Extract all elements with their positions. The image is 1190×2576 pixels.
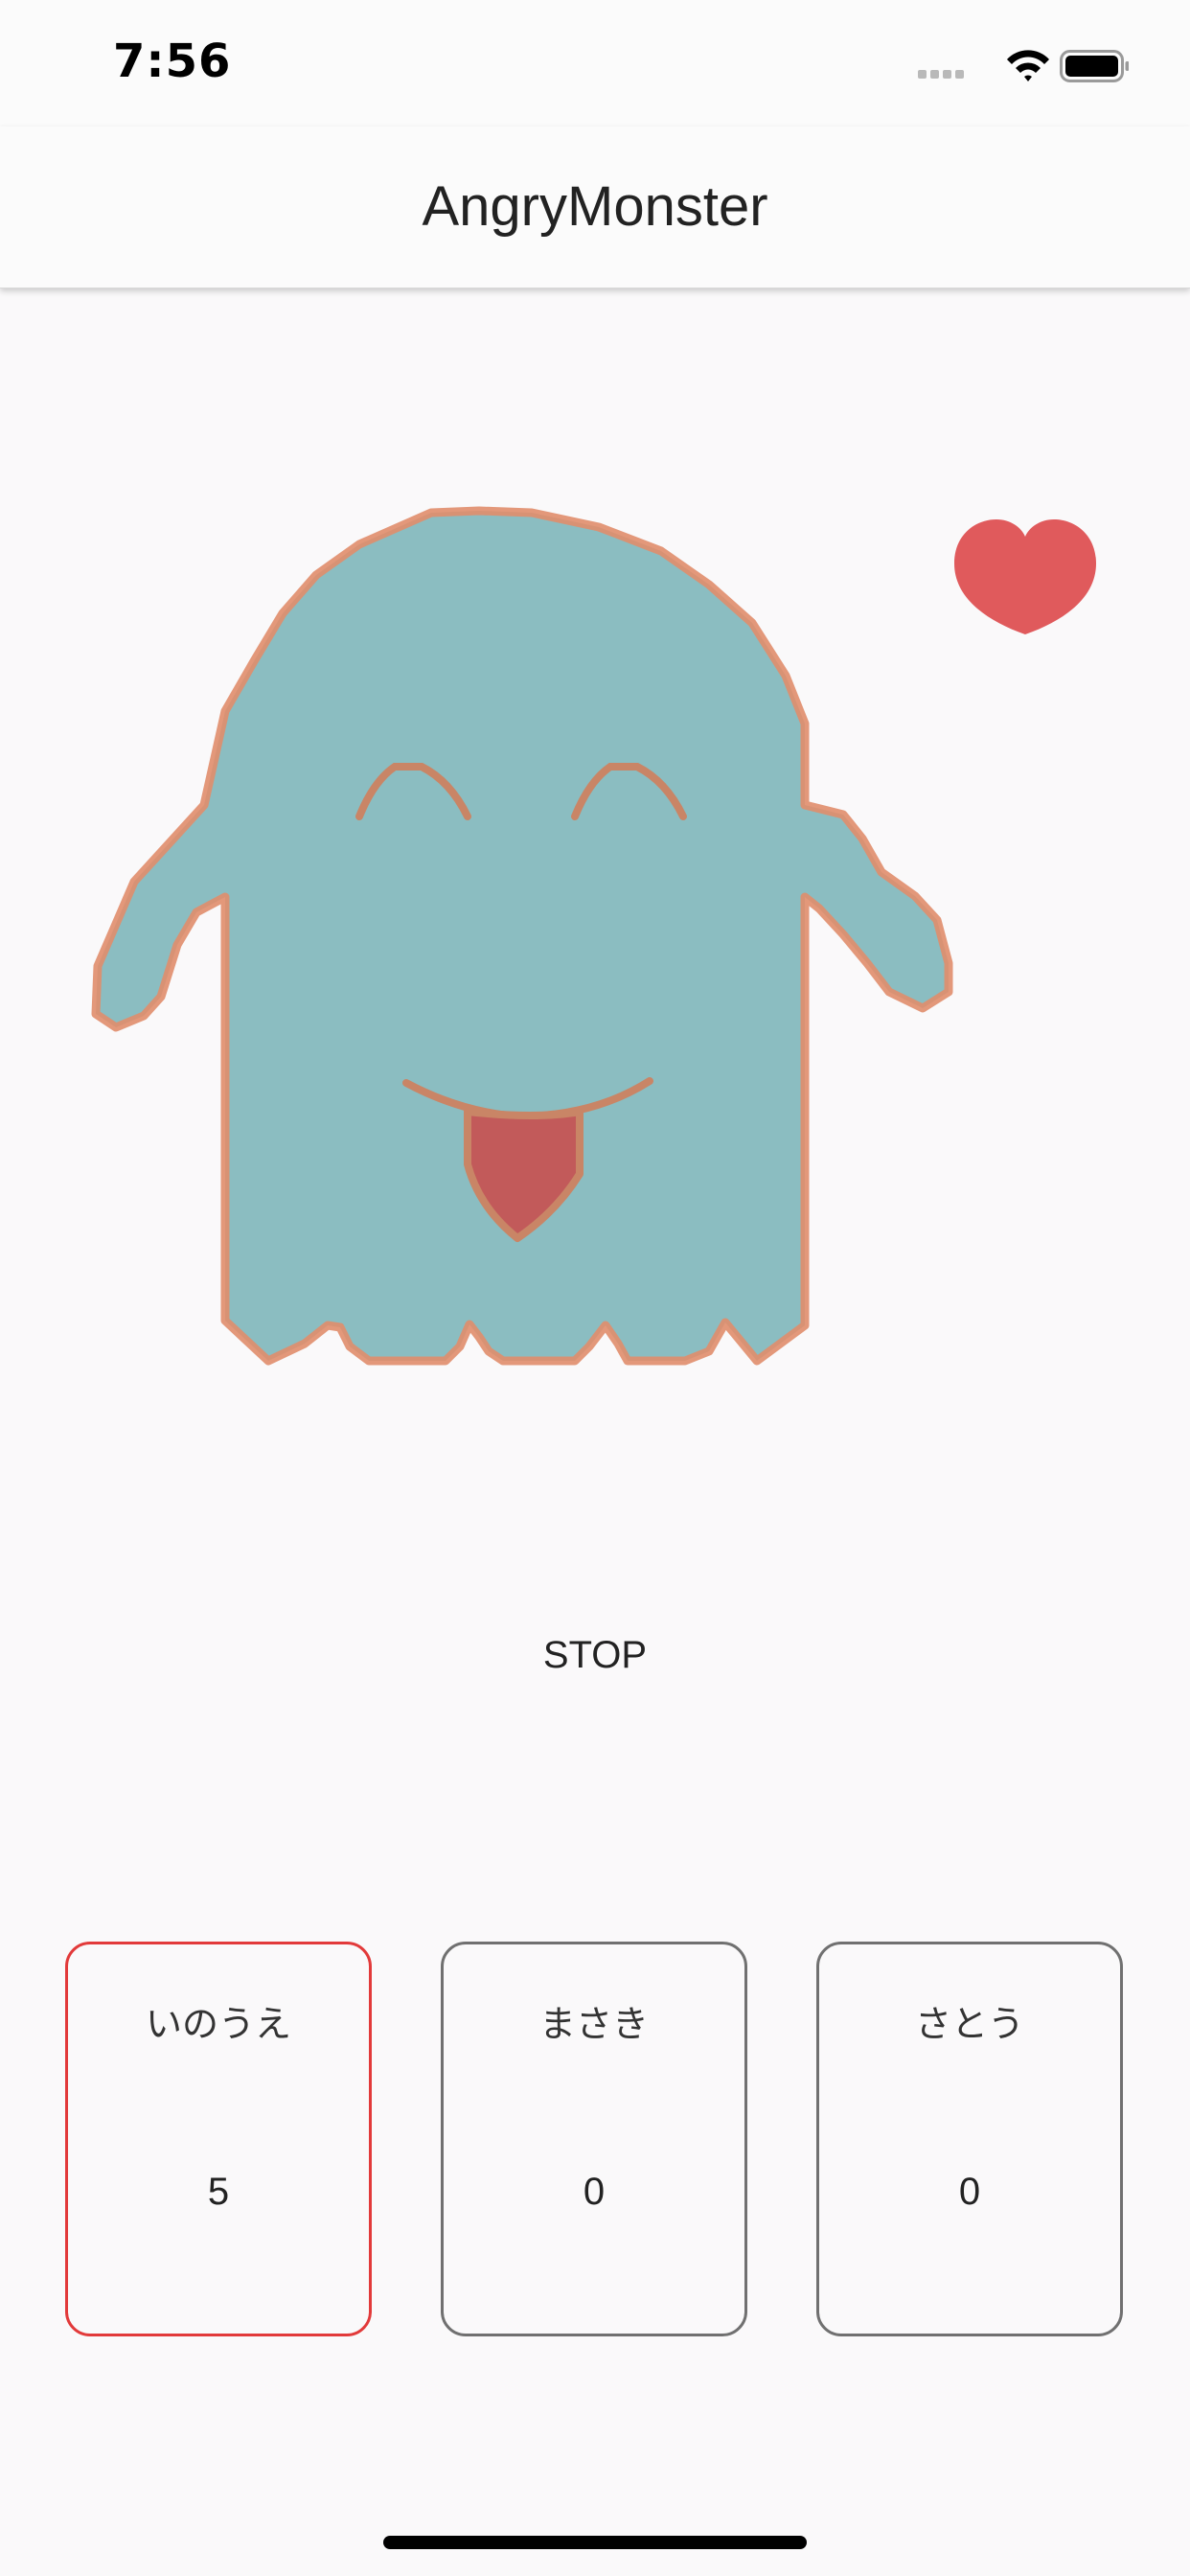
home-indicator[interactable] bbox=[383, 2536, 807, 2549]
player-card-masaki[interactable]: まさき 0 bbox=[441, 1942, 747, 2336]
status-bar: 7:56 bbox=[0, 0, 1190, 126]
monster-area bbox=[0, 288, 1190, 1629]
cellular-signal-icon bbox=[918, 70, 964, 79]
player-name: いのうえ bbox=[145, 2003, 291, 2045]
battery-icon bbox=[1060, 50, 1129, 82]
status-time: 7:56 bbox=[113, 34, 232, 88]
heart-icon[interactable] bbox=[949, 514, 1102, 638]
player-score: 0 bbox=[958, 2171, 981, 2213]
stop-button[interactable]: STOP bbox=[451, 1612, 739, 1698]
page-title: AngryMonster bbox=[422, 175, 768, 238]
player-name: まさき bbox=[538, 2003, 649, 2045]
player-card-sato[interactable]: さとう 0 bbox=[816, 1942, 1123, 2336]
player-score: 0 bbox=[583, 2171, 606, 2213]
player-name: さとう bbox=[914, 2003, 1024, 2045]
monster-illustration[interactable] bbox=[0, 288, 1190, 1629]
status-icons bbox=[918, 50, 1129, 82]
player-card-inoue[interactable]: いのうえ 5 bbox=[65, 1942, 372, 2336]
wifi-icon bbox=[1007, 50, 1049, 81]
player-score: 5 bbox=[207, 2171, 230, 2213]
navigation-bar: AngryMonster bbox=[0, 126, 1190, 288]
